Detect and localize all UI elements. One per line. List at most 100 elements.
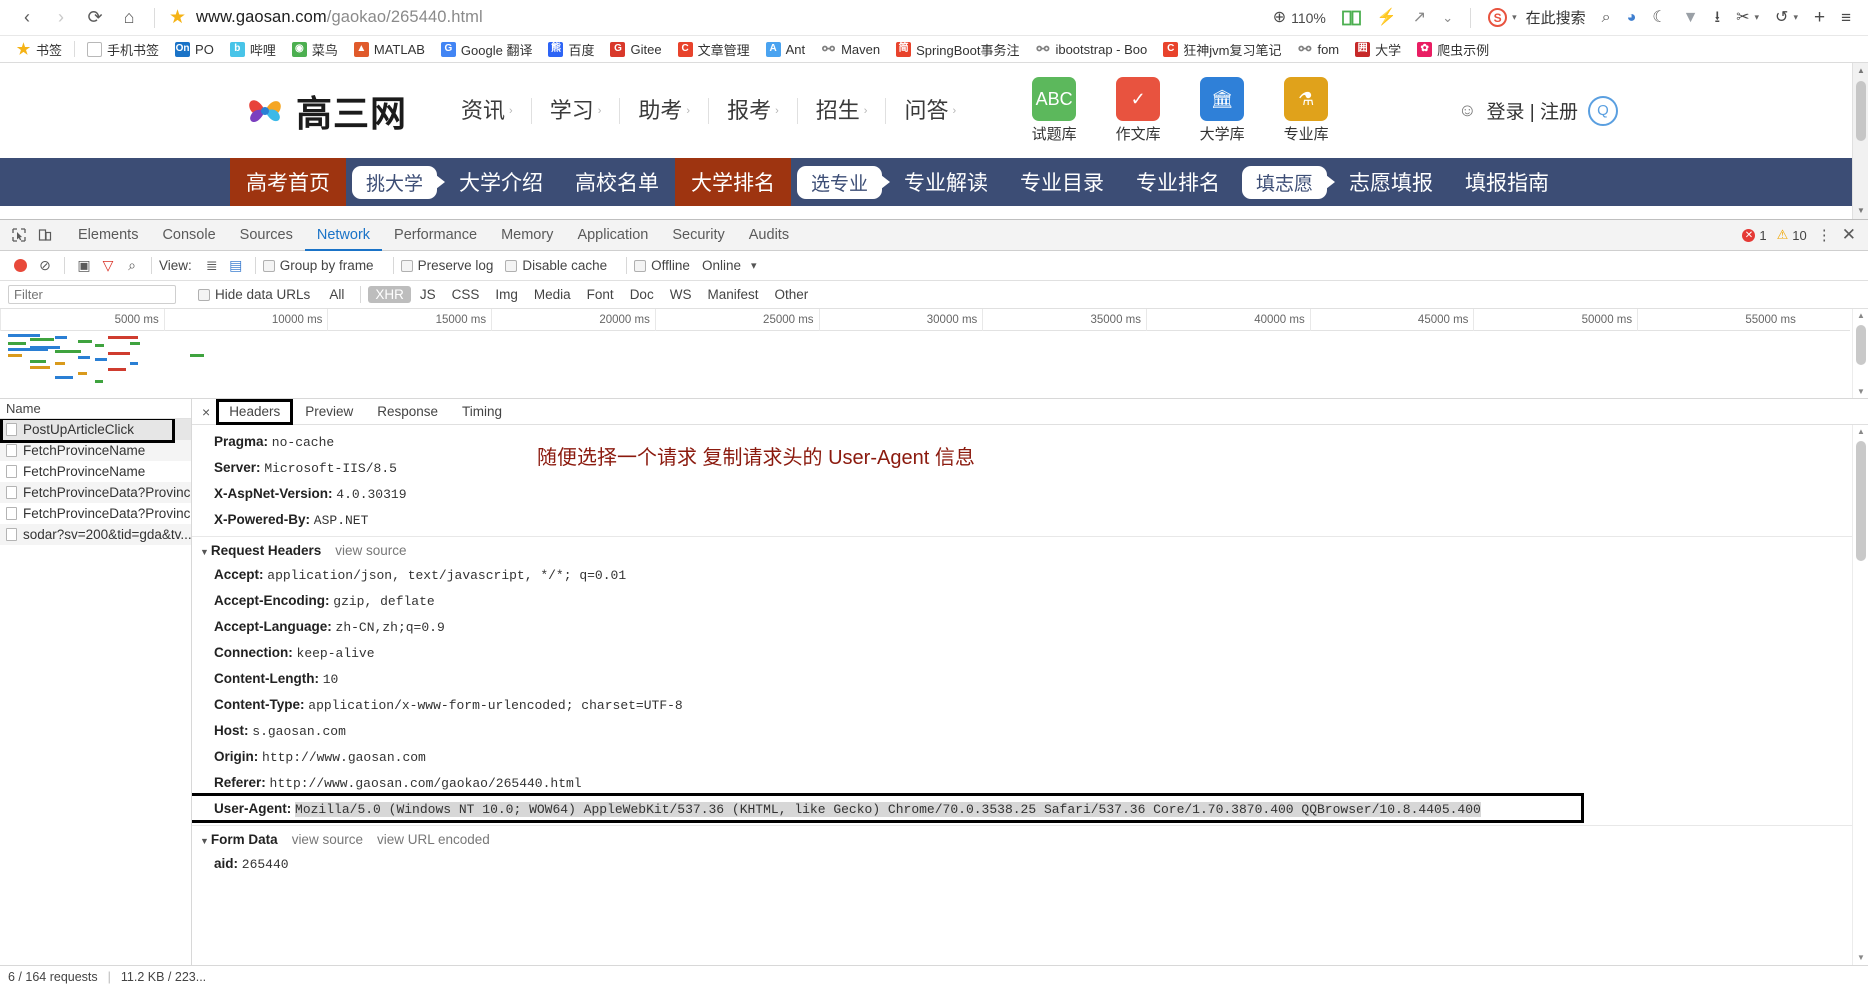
subnav-item[interactable]: 志愿填报 bbox=[1333, 158, 1449, 206]
undo-button[interactable]: ↺ ▾ bbox=[1768, 3, 1805, 33]
quick-link[interactable]: ABC 试题库 bbox=[1022, 77, 1086, 144]
detail-close-icon[interactable]: × bbox=[196, 404, 216, 420]
bookmark-item[interactable]: G Gitee bbox=[602, 40, 669, 59]
search-submit-button[interactable]: ⌕ bbox=[1595, 3, 1618, 33]
subnav-item[interactable]: 专业目录 bbox=[1004, 158, 1120, 206]
scroll-down-arrow[interactable]: ▼ bbox=[1853, 951, 1868, 965]
video-button[interactable]: ▼ bbox=[1676, 3, 1706, 33]
zoom-level-button[interactable]: ⊕ 110% bbox=[1266, 3, 1333, 33]
scroll-up-arrow[interactable]: ▲ bbox=[1853, 309, 1868, 323]
inspect-element-icon[interactable] bbox=[6, 222, 32, 248]
filter-type-all[interactable]: All bbox=[322, 286, 351, 303]
quick-link[interactable]: 🏛 大学库 bbox=[1190, 77, 1254, 144]
speed-boost-button[interactable]: ⚡ bbox=[1370, 3, 1404, 33]
request-list[interactable]: PostUpArticleClick FetchProvinceName Fetch… bbox=[0, 419, 191, 965]
subnav-item[interactable]: 大学介绍 bbox=[443, 158, 559, 206]
reload-button[interactable]: ⟳ bbox=[78, 3, 112, 33]
overview-scrollbar-thumb[interactable] bbox=[1856, 325, 1866, 365]
qq-icon[interactable]: Q bbox=[1588, 95, 1618, 126]
detail-tab-timing[interactable]: Timing bbox=[450, 400, 514, 424]
site-nav-item[interactable]: 问答 › bbox=[886, 98, 974, 124]
filter-type-doc[interactable]: Doc bbox=[623, 286, 661, 303]
request-list-item[interactable]: FetchProvinceData?Provinc... bbox=[0, 503, 191, 524]
view-source-link[interactable]: view source bbox=[335, 543, 406, 558]
filter-input[interactable] bbox=[8, 285, 176, 304]
filter-type-js[interactable]: JS bbox=[413, 286, 443, 303]
scroll-down-arrow[interactable]: ▼ bbox=[1853, 385, 1868, 398]
subnav-pill-item[interactable]: 挑大学 bbox=[346, 158, 443, 206]
filter-type-font[interactable]: Font bbox=[580, 286, 621, 303]
user-agent-row[interactable]: User-Agent: Mozilla/5.0 (Windows NT 10.0… bbox=[192, 793, 1868, 823]
devtools-tab-sources[interactable]: Sources bbox=[228, 220, 305, 251]
detail-tab-preview[interactable]: Preview bbox=[293, 400, 365, 424]
devtools-tab-console[interactable]: Console bbox=[150, 220, 227, 251]
address-bar[interactable]: ★ www.gaosan.com/gaokao/265440.html bbox=[163, 6, 1266, 29]
quick-link[interactable]: ⚗ 专业库 bbox=[1274, 77, 1338, 144]
sogou-search-box[interactable]: S ▾ 在此搜索 bbox=[1481, 3, 1593, 33]
filter-type-xhr[interactable]: XHR bbox=[368, 286, 411, 303]
site-nav-item[interactable]: 报考 › bbox=[709, 97, 798, 124]
filter-type-media[interactable]: Media bbox=[527, 286, 578, 303]
reader-mode-button[interactable] bbox=[1335, 3, 1368, 33]
devtools-tab-memory[interactable]: Memory bbox=[489, 220, 565, 251]
site-logo[interactable]: 高三网 bbox=[244, 85, 407, 137]
site-nav-item[interactable]: 学习 › bbox=[532, 97, 621, 124]
devtools-tab-network[interactable]: Network bbox=[305, 220, 382, 251]
throttling-value[interactable]: Online bbox=[702, 258, 741, 273]
offline-checkbox[interactable]: Offline bbox=[634, 258, 690, 273]
night-mode-button[interactable]: ☾ bbox=[1645, 3, 1673, 33]
request-list-item[interactable]: FetchProvinceName bbox=[0, 461, 191, 482]
subnav-item[interactable]: 高校名单 bbox=[559, 158, 675, 206]
bookmark-item[interactable]: ⚯ ibootstrap - Boo bbox=[1027, 40, 1155, 59]
bookmark-star-icon[interactable]: ★ bbox=[169, 6, 186, 29]
overview-scrollbar[interactable]: ▲ ▼ bbox=[1852, 309, 1868, 398]
subnav-pill-item[interactable]: 选专业 bbox=[791, 158, 888, 206]
bookmark-item[interactable]: ✿ 爬虫示例 bbox=[1409, 38, 1497, 61]
scroll-down-arrow[interactable]: ▼ bbox=[1853, 203, 1868, 219]
quick-link[interactable]: ✓ 作文库 bbox=[1106, 77, 1170, 144]
bookmark-item[interactable]: C 文章管理 bbox=[670, 38, 758, 61]
group-by-frame-checkbox[interactable]: Group by frame bbox=[262, 258, 374, 273]
translate-button[interactable]: ◕ bbox=[1620, 3, 1644, 33]
bookmark-item[interactable]: ⚯ Maven bbox=[813, 40, 888, 59]
detail-scrollbar-thumb[interactable] bbox=[1856, 441, 1866, 561]
request-headers-section-title[interactable]: ▼ Request Headers view source bbox=[192, 537, 1868, 562]
subnav-pill-item[interactable]: 填志愿 bbox=[1236, 158, 1333, 206]
filter-type-other[interactable]: Other bbox=[767, 286, 815, 303]
search-icon[interactable]: ⌕ bbox=[120, 257, 144, 274]
login-register-link[interactable]: 登录 | 注册 bbox=[1487, 97, 1579, 124]
request-list-item[interactable]: FetchProvinceData?Provinc... bbox=[0, 482, 191, 503]
bookmark-item[interactable]: 熊百度 bbox=[540, 38, 602, 61]
screenshot-caret[interactable]: ▾ bbox=[1755, 12, 1760, 23]
page-scrollbar[interactable]: ▲ ▼ bbox=[1852, 63, 1868, 219]
subnav-item[interactable]: 专业解读 bbox=[888, 158, 1004, 206]
devtools-tab-elements[interactable]: Elements bbox=[66, 220, 150, 251]
search-input-hint[interactable]: 在此搜索 bbox=[1526, 7, 1586, 28]
browser-menu-button[interactable]: ≡ bbox=[1834, 3, 1858, 33]
request-list-item[interactable]: FetchProvinceName bbox=[0, 440, 191, 461]
download-button[interactable]: ⭳ bbox=[1707, 3, 1727, 33]
bookmark-item[interactable]: ⚯ fom bbox=[1289, 40, 1347, 59]
collapse-triangle-icon[interactable]: ▼ bbox=[200, 836, 209, 846]
more-toolbar-button[interactable]: ⌄ bbox=[1435, 3, 1460, 33]
capture-screenshots-icon[interactable]: ▣ bbox=[72, 257, 96, 274]
bookmark-item[interactable]: On PO bbox=[167, 40, 222, 59]
detail-scrollbar[interactable]: ▲ ▼ bbox=[1852, 425, 1868, 965]
bookmark-item[interactable]: G Google 翻译 bbox=[433, 38, 541, 61]
clear-icon[interactable]: ⊘ bbox=[33, 257, 57, 274]
record-button[interactable] bbox=[14, 259, 27, 272]
bookmark-item[interactable]: C 狂神jvm复习笔记 bbox=[1155, 38, 1289, 61]
warning-count-badge[interactable]: ⚠ 10 bbox=[1777, 227, 1807, 243]
bookmark-item[interactable]: A Ant bbox=[758, 40, 814, 59]
bookmark-item[interactable]: 手机书签 bbox=[79, 38, 167, 61]
form-view-source-link[interactable]: view source bbox=[292, 832, 363, 847]
scroll-up-arrow[interactable]: ▲ bbox=[1853, 63, 1868, 79]
request-list-item[interactable]: sodar?sv=200&tid=gda&tv... bbox=[0, 524, 191, 545]
devtools-tab-security[interactable]: Security bbox=[660, 220, 736, 251]
devtools-tab-performance[interactable]: Performance bbox=[382, 220, 489, 251]
site-nav-item[interactable]: 招生 › bbox=[798, 97, 887, 124]
bookmark-item[interactable]: ★ 书签 bbox=[8, 38, 70, 61]
bookmark-item[interactable]: ▲ MATLAB bbox=[346, 40, 433, 59]
bookmark-item[interactable]: 囲大学 bbox=[1347, 38, 1409, 61]
search-engine-caret[interactable]: ▾ bbox=[1512, 12, 1517, 23]
